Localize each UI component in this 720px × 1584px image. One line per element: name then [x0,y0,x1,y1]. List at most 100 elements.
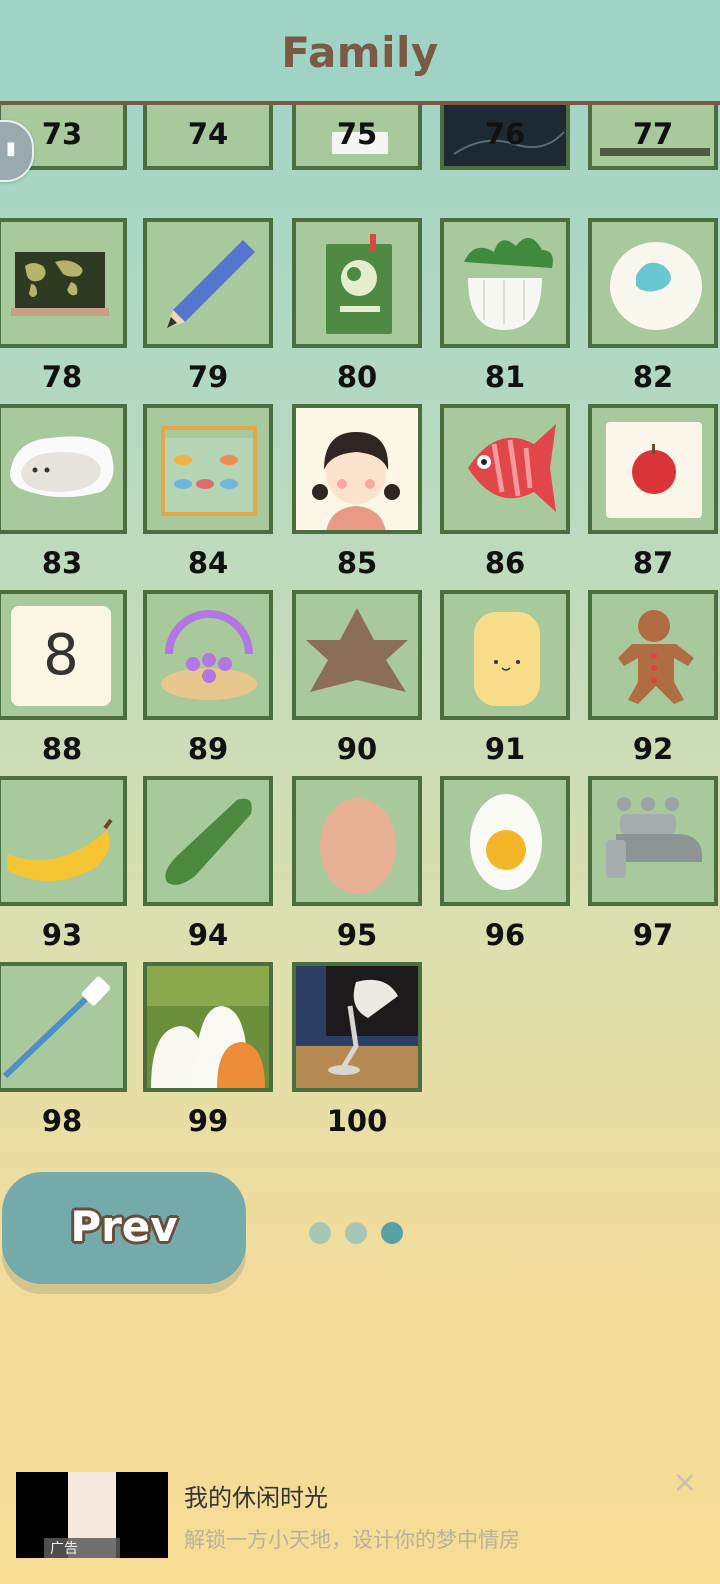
fried-egg-icon [470,794,542,890]
page-dot-3[interactable] [381,1222,403,1244]
item-number: 88 [41,732,83,766]
item-number: 85 [336,546,378,580]
item-tile[interactable] [143,962,273,1092]
cats-picture-icon [147,966,269,1088]
item-tile[interactable] [143,218,273,348]
item-tile[interactable] [143,776,273,906]
item-tile[interactable] [143,404,273,534]
page-dot-1[interactable] [309,1222,331,1244]
item-tile[interactable] [588,776,718,906]
item-tile[interactable] [440,776,570,906]
collection-item[interactable]: 74 [143,105,273,170]
collection-item[interactable]: 92 [588,590,718,766]
prev-button[interactable]: Prev [2,1172,246,1284]
collection-item[interactable]: 97 [588,776,718,952]
item-number: 98 [41,1104,83,1138]
collection-item[interactable]: 75 [292,105,422,170]
item-number: 83 [41,546,83,580]
item-number: 96 [484,918,526,952]
ad-title[interactable]: 我的休闲时光 [184,1478,328,1513]
number-tile-icon: 8 [11,606,111,706]
collection-item[interactable]: 78 [0,218,127,394]
red-fish-icon [468,424,556,512]
page-dot-2[interactable] [345,1222,367,1244]
collection-item[interactable]: 83 [0,404,127,580]
item-tile[interactable] [440,404,570,534]
collection-item[interactable]: 93 [0,776,127,952]
collection-item[interactable]: 96 [440,776,570,952]
item-tile[interactable] [588,590,718,720]
collection-item[interactable]: 82 [588,218,718,394]
cat-pillow-icon [10,436,114,498]
collection-item[interactable]: 85 [292,404,422,580]
plant-pot-icon [464,237,553,330]
cucumber-icon [165,798,252,885]
item-number: 80 [336,360,378,394]
collection-item[interactable]: 80 [292,218,422,394]
item-tile[interactable] [292,776,422,906]
soap-dish-icon [610,242,702,330]
item-tile[interactable] [292,590,422,720]
item-number: 95 [336,918,378,952]
collection-item[interactable]: 84 [143,404,273,580]
collection-item[interactable]: 89 [143,590,273,766]
item-tile[interactable] [0,218,127,348]
collection-item[interactable]: 98 [0,962,127,1138]
item-tile[interactable] [292,218,422,348]
item-tile[interactable]: 8 [0,590,127,720]
item-number: 91 [484,732,526,766]
item-number: 76 [484,117,526,151]
item-tile[interactable] [292,404,422,534]
item-tile[interactable] [0,962,127,1092]
item-tile[interactable] [588,218,718,348]
item-number: 99 [187,1104,229,1138]
collection-item[interactable]: 87 [588,404,718,580]
girl-portrait-icon [312,432,400,530]
collection-item[interactable]: 81 [440,218,570,394]
pencil-icon [167,240,255,328]
ad-banner[interactable]: 广告 我的休闲时光 解锁一方小天地，设计你的梦中情房 × [0,1462,720,1584]
fish-tank-icon [161,426,257,516]
collection-item[interactable]: 100 [292,962,422,1138]
item-number: 81 [484,360,526,394]
item-tile[interactable] [440,218,570,348]
collection-item[interactable]: 91 [440,590,570,766]
ad-tag: 广告 [44,1538,120,1558]
collection-item[interactable]: 99 [143,962,273,1138]
gingerbread-icon [618,610,694,704]
item-number: 92 [632,732,674,766]
collection-item[interactable]: 79 [143,218,273,394]
collection-item[interactable]: 77 [588,105,718,170]
item-number: 100 [326,1104,388,1138]
world-map-icon [11,252,109,316]
item-number: 86 [484,546,526,580]
cat-candle-icon [474,612,540,706]
item-number: 93 [41,918,83,952]
green-book-icon [326,234,392,334]
item-tile[interactable] [440,590,570,720]
bar-chart-icon: ▮ [6,138,16,159]
ad-subtitle: 解锁一方小天地，设计你的梦中情房 [184,1528,520,1552]
star-cookie-icon [306,608,408,692]
prev-button-label: Prev [70,1202,178,1251]
item-number: 82 [632,360,674,394]
collection-item[interactable]: 90 [292,590,422,766]
item-tile[interactable] [292,962,422,1092]
item-number: 97 [632,918,674,952]
collection-item[interactable]: 95 [292,776,422,952]
collection-item[interactable]: 86 [440,404,570,580]
item-number: 87 [632,546,674,580]
collection-item[interactable]: 94 [143,776,273,952]
collection-item[interactable]: 76 [440,105,570,170]
item-tile[interactable] [0,776,127,906]
close-icon[interactable]: × [668,1466,702,1500]
collection-item[interactable]: 8 88 [0,590,127,766]
item-number: 90 [336,732,378,766]
item-tile[interactable] [588,404,718,534]
item-number: 89 [187,732,229,766]
item-tile[interactable] [0,404,127,534]
item-number: 94 [187,918,229,952]
item-tile[interactable] [143,590,273,720]
item-number: 75 [336,117,378,151]
ad-thumbnail[interactable]: 广告 [16,1472,168,1558]
